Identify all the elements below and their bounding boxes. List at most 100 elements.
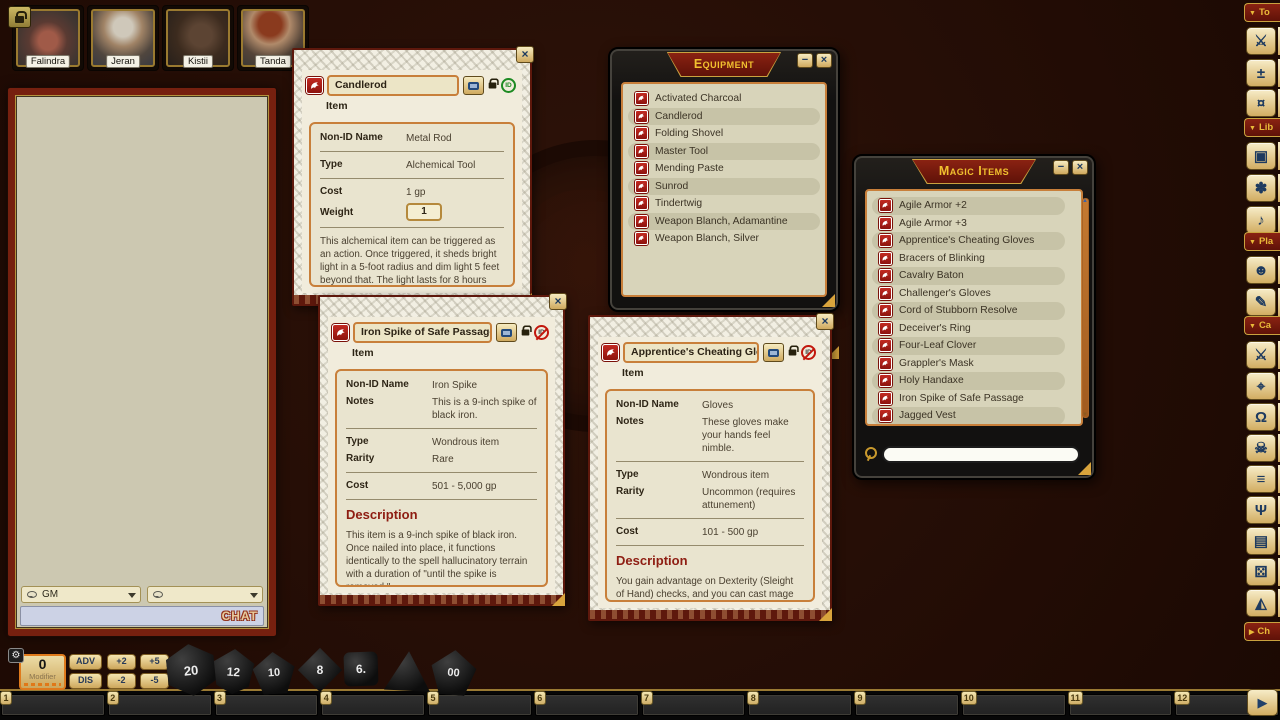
item-dragon-icon[interactable] xyxy=(879,374,892,387)
item-name-field[interactable]: Apprentice's Cheating Gloves xyxy=(623,342,759,363)
chat-language-dropdown[interactable] xyxy=(147,586,263,603)
modules-folder-icon[interactable]: ▣ xyxy=(1246,142,1276,170)
list-item[interactable]: Weapon Blanch, Silver xyxy=(628,230,820,248)
list-item[interactable]: Agile Armor +2 xyxy=(872,197,1065,215)
d6-die[interactable]: 6. xyxy=(343,651,378,686)
coin-stack-icon[interactable]: ≡ xyxy=(1246,465,1276,493)
character-portrait[interactable]: Kistii xyxy=(162,5,234,71)
chat-identity-dropdown[interactable]: GM xyxy=(21,586,141,603)
sidebar-section-chat[interactable]: ▶Ch xyxy=(1244,622,1280,641)
item-dragon-icon[interactable] xyxy=(635,162,648,175)
play-button[interactable]: ▶ xyxy=(1247,689,1278,716)
chat-input[interactable]: CHAT xyxy=(20,606,264,626)
lock-icon[interactable] xyxy=(789,350,797,356)
music-note-icon[interactable]: ♪ xyxy=(1246,206,1276,234)
item-dragon-icon[interactable] xyxy=(879,217,892,230)
resize-handle[interactable] xyxy=(819,608,832,621)
hotbar-slot[interactable]: 9 xyxy=(855,694,959,716)
party-group-icon[interactable]: ☻ xyxy=(1246,256,1276,284)
list-item[interactable]: Jagged Vest xyxy=(872,407,1065,425)
adv-button[interactable]: ADV xyxy=(69,654,102,670)
list-item[interactable]: Cavalry Baton xyxy=(872,267,1065,285)
list-item[interactable]: Deceiver's Ring xyxy=(872,320,1065,338)
item-dragon-icon[interactable] xyxy=(879,199,892,212)
hotbar-slot[interactable]: 6 xyxy=(535,694,639,716)
list-item[interactable]: Four-Leaf Clover xyxy=(872,337,1065,355)
item-dragon-icon[interactable] xyxy=(635,180,648,193)
item-dragon-icon[interactable] xyxy=(879,287,892,300)
item-dragon-icon[interactable] xyxy=(332,324,349,341)
list-item[interactable]: Tindertwig xyxy=(628,195,820,213)
list-item[interactable]: Map of Finding xyxy=(872,425,1065,427)
sidebar-section-campaign[interactable]: ▼Ca xyxy=(1244,316,1280,335)
hotbar-slot[interactable]: 11 xyxy=(1069,694,1173,716)
list-item[interactable]: Grappler's Mask xyxy=(872,355,1065,373)
item-dragon-icon[interactable] xyxy=(635,127,648,140)
item-dragon-icon[interactable] xyxy=(879,304,892,317)
list-item[interactable]: Master Tool xyxy=(628,143,820,161)
d4-die[interactable] xyxy=(383,649,433,693)
item-dragon-icon[interactable] xyxy=(879,252,892,265)
list-item[interactable]: Challenger's Gloves xyxy=(872,285,1065,303)
list-item[interactable]: Activated Charcoal xyxy=(628,90,820,108)
gear-icon[interactable]: ⚙ xyxy=(8,648,24,663)
ship-sail-icon[interactable]: ◭ xyxy=(1246,589,1276,617)
minimize-icon[interactable]: − xyxy=(1053,160,1069,175)
list-scrollbar[interactable]: ▲ ▼ xyxy=(1082,198,1089,418)
not-identified-toggle[interactable]: ID xyxy=(534,325,549,340)
dice-icon[interactable]: ⚄ xyxy=(1246,558,1276,586)
item-dragon-icon[interactable] xyxy=(635,145,648,158)
close-icon[interactable]: × xyxy=(549,293,567,310)
output-to-chat-button[interactable] xyxy=(463,76,484,95)
list-item[interactable]: Mending Paste xyxy=(628,160,820,178)
item-dragon-icon[interactable] xyxy=(879,234,892,247)
item-dragon-icon[interactable] xyxy=(306,77,323,94)
dis-button[interactable]: DIS xyxy=(69,673,102,689)
options-gear-icon[interactable]: ✽ xyxy=(1246,174,1276,202)
item-dragon-icon[interactable] xyxy=(635,110,648,123)
item-dragon-icon[interactable] xyxy=(635,92,648,105)
item-dragon-icon[interactable] xyxy=(879,409,892,422)
list-item[interactable]: Apprentice's Cheating Gloves xyxy=(872,232,1065,250)
tokens-swords-icon[interactable]: ⚔ xyxy=(1246,27,1276,55)
list-item[interactable]: Cord of Stubborn Resolve xyxy=(872,302,1065,320)
plus5-button[interactable]: +5 xyxy=(140,654,169,670)
d8-die[interactable]: 8 xyxy=(297,647,343,693)
hotbar-slot[interactable]: 1 xyxy=(1,694,105,716)
chalice-icon[interactable]: Ψ xyxy=(1246,496,1276,524)
hotbar-slot[interactable]: 2 xyxy=(108,694,212,716)
item-name-field[interactable]: Iron Spike of Safe Passage xyxy=(353,322,492,343)
item-name-field[interactable]: Candlerod xyxy=(327,75,459,96)
item-dragon-icon[interactable] xyxy=(879,339,892,352)
plus2-button[interactable]: +2 xyxy=(107,654,136,670)
scroll-down-icon[interactable]: ▼ xyxy=(1082,412,1088,418)
item-dragon-icon[interactable] xyxy=(602,344,619,361)
list-item[interactable]: Candlerod xyxy=(628,108,820,126)
item-dragon-icon[interactable] xyxy=(879,357,892,370)
modifier-box[interactable]: 0 Modifier xyxy=(19,654,66,690)
close-icon[interactable]: × xyxy=(816,313,834,330)
list-item[interactable]: Folding Shovel xyxy=(628,125,820,143)
list-item[interactable]: Sunrod xyxy=(628,178,820,196)
list-item[interactable]: Bracers of Blinking xyxy=(872,250,1065,268)
resize-handle[interactable] xyxy=(822,294,835,307)
sidebar-section-player[interactable]: ▼Pla xyxy=(1244,232,1280,251)
sidebar-section-tools[interactable]: ▼To xyxy=(1244,3,1280,22)
not-identified-toggle[interactable]: ID xyxy=(801,345,816,360)
output-to-chat-button[interactable] xyxy=(763,343,784,362)
scroll-up-icon[interactable]: ▲ xyxy=(1082,198,1088,204)
minus5-button[interactable]: -5 xyxy=(140,673,169,689)
list-item[interactable]: Agile Armor +3 xyxy=(872,215,1065,233)
search-input[interactable] xyxy=(882,446,1080,463)
item-dragon-icon[interactable] xyxy=(879,392,892,405)
lock-icon[interactable] xyxy=(522,330,530,336)
sidebar-section-library[interactable]: ▼Lib xyxy=(1244,118,1280,137)
hotbar-slot[interactable]: 3 xyxy=(215,694,319,716)
close-icon[interactable]: × xyxy=(1072,160,1088,175)
book-icon[interactable]: ▤ xyxy=(1246,527,1276,555)
item-dragon-icon[interactable] xyxy=(879,322,892,335)
minimize-icon[interactable]: − xyxy=(797,53,813,68)
hotbar-slot[interactable]: 8 xyxy=(748,694,852,716)
chat-log-area[interactable] xyxy=(17,97,267,627)
identified-toggle[interactable]: ID xyxy=(501,78,516,93)
